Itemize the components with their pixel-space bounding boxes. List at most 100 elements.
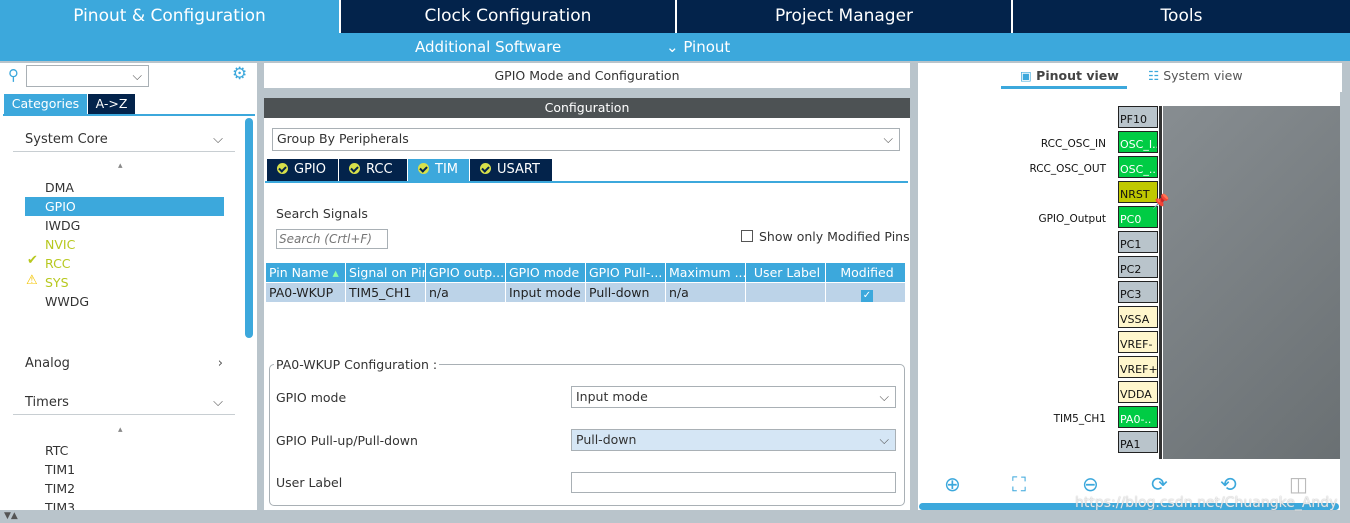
watermark: https://blog.csdn.net/Chuangke_Andy <box>1075 495 1338 511</box>
collapse-icon[interactable]: ▼▲ <box>4 511 18 521</box>
list-icon: ☷ <box>1148 68 1160 83</box>
zoom-out-icon[interactable]: ⊖ <box>1082 472 1099 496</box>
sort-icon[interactable]: ▴ <box>118 425 123 435</box>
configuration-header: Configuration <box>264 98 910 118</box>
pin-icon: 📌 <box>1152 194 1170 210</box>
category-tim3[interactable]: TIM3 <box>25 498 224 510</box>
column-pin-name[interactable]: Pin Name ▴ <box>266 263 346 282</box>
scrollbar[interactable] <box>245 118 253 338</box>
pinout-menu[interactable]: ⌄ Pinout <box>666 33 730 61</box>
pin-11[interactable]: VDDA <box>1118 381 1158 403</box>
search-combo[interactable]: ⌵ <box>26 65 149 87</box>
pin-signal-label: RCC_OSC_OUT <box>1029 163 1106 175</box>
tab-categories[interactable]: Categories <box>4 94 87 114</box>
splitter[interactable] <box>911 63 918 510</box>
zoom-in-icon[interactable]: ⊕ <box>944 472 961 496</box>
search-icon: ⚲ <box>8 66 19 84</box>
pin-config-title: PA0-WKUP Configuration : <box>274 357 440 372</box>
pin-10[interactable]: VREF+ <box>1118 356 1158 378</box>
category-tim1[interactable]: TIM1 <box>25 460 224 479</box>
pin-2[interactable]: OSC_.. <box>1118 156 1158 178</box>
pin-signal-label: GPIO_Output <box>1038 213 1106 225</box>
pin-8[interactable]: VSSA <box>1118 306 1158 328</box>
category-rtc[interactable]: RTC <box>25 441 224 460</box>
tab-project-manager[interactable]: Project Manager <box>677 0 1013 33</box>
category-wwdg[interactable]: WWDG <box>25 292 224 311</box>
rotate-left-icon[interactable]: ⟲ <box>1220 472 1237 496</box>
section-timers[interactable]: Timers ⌵ <box>13 391 235 415</box>
gpio-pull-select[interactable]: Pull-down ⌵ <box>571 429 896 451</box>
chevron-down-icon: ⌄ <box>666 38 684 56</box>
tab-system-view[interactable]: ☷ System view <box>1148 68 1243 83</box>
gpio-mode-label: GPIO mode <box>276 390 347 405</box>
column-gpio-output[interactable]: GPIO outp... <box>426 263 506 282</box>
pin-13[interactable]: PA1 <box>1118 431 1158 453</box>
fit-screen-icon[interactable]: ⛶ <box>1012 472 1026 496</box>
gpio-mode-select[interactable]: Input mode ⌵ <box>571 386 896 408</box>
category-tim2[interactable]: TIM2 <box>25 479 224 498</box>
tab-a-z[interactable]: A->Z <box>88 94 135 114</box>
tab-rcc[interactable]: RCC <box>339 159 407 181</box>
check-circle-icon <box>418 163 429 174</box>
column-gpio-pull[interactable]: GPIO Pull-... <box>586 263 666 282</box>
check-circle-icon <box>480 163 491 174</box>
cell-user-label <box>746 283 826 302</box>
sub-menu-bar: Additional Software ⌄ Pinout <box>0 33 1350 61</box>
cell-gpio-mode: Input mode <box>506 283 586 302</box>
tab-pinout-configuration[interactable]: Pinout & Configuration <box>0 0 341 33</box>
category-gpio[interactable]: GPIO <box>25 197 224 216</box>
column-gpio-mode[interactable]: GPIO mode <box>506 263 586 282</box>
category-dma[interactable]: DMA <box>25 178 224 197</box>
pinout-label: Pinout <box>683 38 731 56</box>
gpio-pull-label: GPIO Pull-up/Pull-down <box>276 433 418 448</box>
tab-usart[interactable]: USART <box>470 159 552 181</box>
category-rcc[interactable]: RCC <box>25 254 224 273</box>
cell-signal: TIM5_CH1 <box>346 283 426 302</box>
column-maximum[interactable]: Maximum ... <box>666 263 746 282</box>
tab-tim[interactable]: TIM <box>408 159 469 181</box>
pin-5[interactable]: PC1 <box>1118 231 1158 253</box>
sort-icon[interactable]: ▴ <box>118 161 123 171</box>
pin-6[interactable]: PC2 <box>1118 256 1158 278</box>
column-user-label[interactable]: User Label <box>746 263 826 282</box>
tab-clock-configuration[interactable]: Clock Configuration <box>341 0 677 33</box>
pin-12[interactable]: PA0-.. <box>1118 406 1158 428</box>
category-nvic[interactable]: NVIC <box>25 235 224 254</box>
pin-1[interactable]: OSC_I.. <box>1118 131 1158 153</box>
cell-modified: ✓ <box>826 283 906 302</box>
chevron-down-icon: ⌵ <box>132 68 142 83</box>
column-modified[interactable]: Modified <box>826 263 906 282</box>
tab-pinout-view[interactable]: ▣ Pinout view <box>1020 68 1119 83</box>
column-signal[interactable]: Signal on Pin <box>346 263 426 282</box>
modified-checkbox[interactable]: ✓ <box>861 290 873 302</box>
pin-7[interactable]: PC3 <box>1118 281 1158 303</box>
section-system-core[interactable]: System Core ⌵ <box>13 128 235 152</box>
pin-signal-label: TIM5_CH1 <box>1053 413 1106 425</box>
tab-gpio[interactable]: GPIO <box>267 159 338 181</box>
scrollbar[interactable] <box>1340 92 1350 510</box>
section-analog[interactable]: Analog › <box>13 352 235 376</box>
category-iwdg[interactable]: IWDG <box>25 216 224 235</box>
chevron-down-icon: ⌵ <box>883 131 893 146</box>
chevron-right-icon: › <box>217 356 223 371</box>
pin-9[interactable]: VREF- <box>1118 331 1158 353</box>
search-signals-label: Search Signals <box>276 206 368 221</box>
sort-icon: ▴ <box>332 265 339 280</box>
pin-signal-label: RCC_OSC_IN <box>1040 138 1106 150</box>
cell-pin-name: PA0-WKUP <box>266 283 346 302</box>
split-view-icon[interactable]: ◫ <box>1289 472 1308 496</box>
user-label-input[interactable] <box>571 472 896 493</box>
rotate-right-icon[interactable]: ⟳ <box>1151 472 1168 496</box>
group-by-select[interactable]: Group By Peripherals ⌵ <box>272 128 900 151</box>
show-modified-label: Show only Modified Pins <box>759 229 910 244</box>
show-modified-checkbox[interactable] <box>741 230 753 242</box>
user-label-label: User Label <box>276 475 343 490</box>
additional-software-menu[interactable]: Additional Software <box>415 33 561 61</box>
tab-tools[interactable]: Tools <box>1013 0 1350 33</box>
cell-gpio-output: n/a <box>426 283 506 302</box>
category-sys[interactable]: SYS <box>25 273 224 292</box>
pin-0[interactable]: PF10 <box>1118 106 1158 128</box>
check-circle-icon <box>349 163 360 174</box>
search-signals-input[interactable] <box>276 229 388 249</box>
gear-icon[interactable]: ⚙ <box>232 64 247 84</box>
